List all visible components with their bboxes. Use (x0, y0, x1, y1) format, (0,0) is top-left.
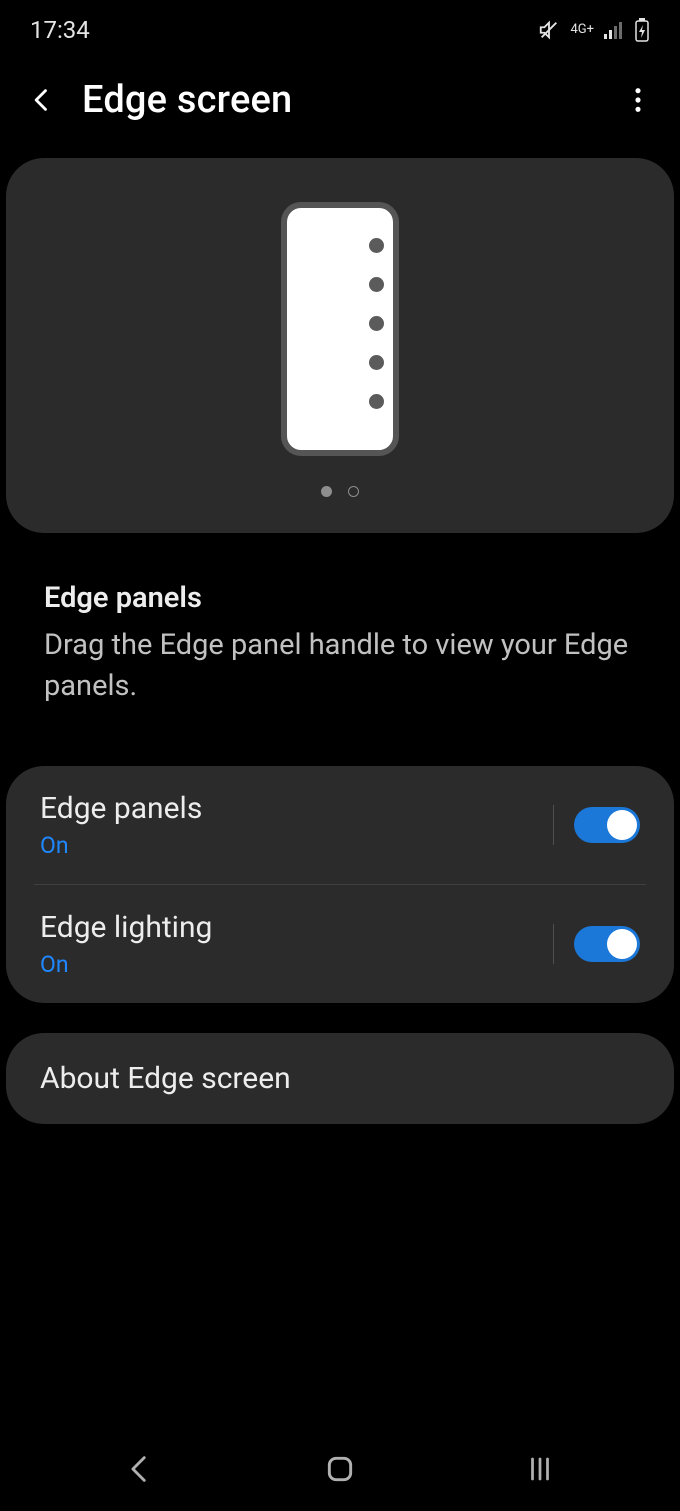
row-title: Edge panels (40, 791, 202, 826)
status-time: 17:34 (30, 16, 90, 44)
toolbar: Edge screen (0, 60, 680, 148)
page-title: Edge screen (82, 78, 292, 122)
toggle-edge-lighting[interactable] (574, 926, 640, 962)
more-options-button[interactable] (624, 86, 652, 114)
section-header: Edge panels Drag the Edge panel handle t… (0, 533, 680, 716)
section-subtitle: Drag the Edge panel handle to view your … (44, 625, 636, 706)
phone-mock-illustration (281, 202, 399, 456)
row-status: On (40, 951, 212, 978)
section-title: Edge panels (44, 581, 636, 615)
nav-recents-button[interactable] (523, 1454, 557, 1484)
navigation-bar (0, 1437, 680, 1511)
pager-dot-active[interactable] (321, 486, 332, 497)
row-title: Edge lighting (40, 910, 212, 945)
toggle-edge-panels[interactable] (574, 807, 640, 843)
vertical-separator (553, 805, 554, 845)
mute-vibrate-icon (538, 19, 560, 41)
preview-card[interactable] (6, 158, 674, 533)
battery-charging-icon (634, 18, 650, 42)
status-icons: 4G+ (538, 18, 650, 42)
row-edge-lighting[interactable]: Edge lighting On (6, 885, 674, 1003)
row-status: On (40, 832, 202, 859)
nav-home-button[interactable] (324, 1453, 356, 1485)
signal-icon (604, 21, 624, 39)
row-title: About Edge screen (40, 1061, 291, 1096)
settings-list-card: Edge panels On Edge lighting On (6, 766, 674, 1003)
vertical-separator (553, 924, 554, 964)
preview-pager (321, 486, 359, 497)
row-about-edge-screen[interactable]: About Edge screen (6, 1033, 674, 1124)
pager-dot-inactive[interactable] (348, 486, 359, 497)
status-bar: 17:34 4G+ (0, 0, 680, 60)
row-edge-panels[interactable]: Edge panels On (6, 766, 674, 884)
network-type-label: 4G+ (570, 25, 594, 35)
back-button[interactable] (28, 86, 56, 114)
nav-back-button[interactable] (123, 1452, 157, 1486)
